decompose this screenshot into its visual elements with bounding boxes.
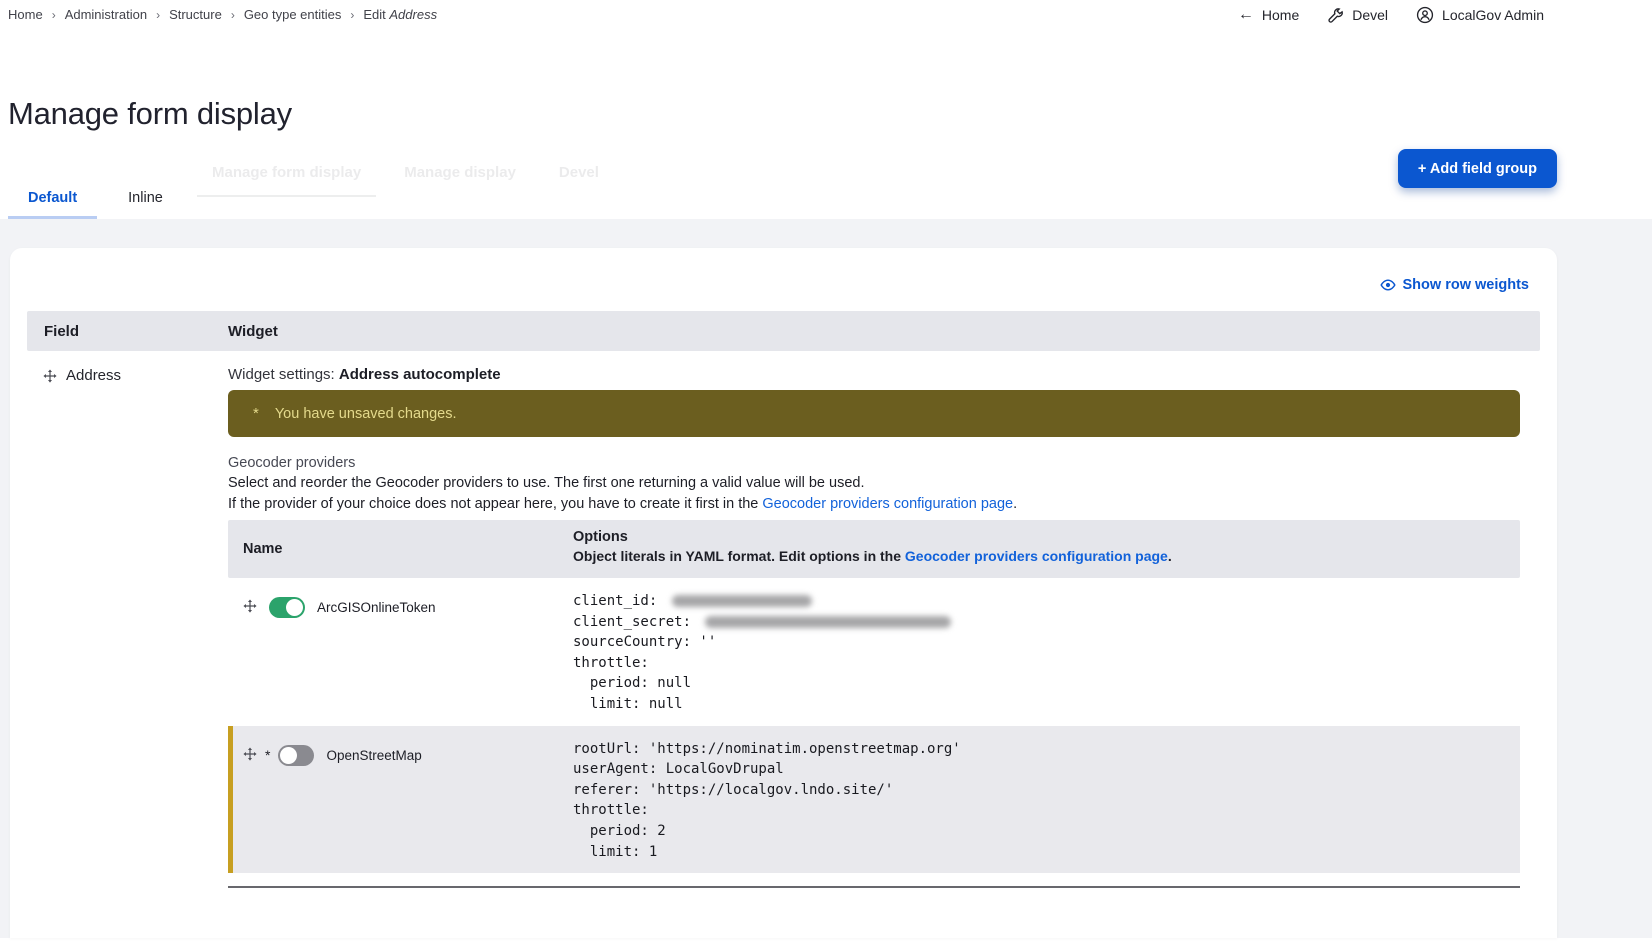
eye-icon [1380,277,1396,293]
devel-menu[interactable]: Devel [1327,7,1388,24]
admin-toolbar: Home › Administration › Structure › Geo type e… [0,0,1652,28]
warning-asterisk: * [253,405,259,422]
unsaved-changes-warning: * You have unsaved changes. [228,390,1520,437]
widget-column-header: Widget [228,323,1540,340]
redacted-value [705,616,951,628]
yaml-line: client_id: [573,591,1520,612]
yaml-line: throttle: [573,653,1520,674]
breadcrumb-separator-icon: › [52,8,56,22]
content-region: Show row weights Field Widget Address Wi… [0,219,1652,938]
back-to-site-label: Home [1262,7,1299,23]
provider-options-yaml[interactable]: rootUrl: 'https://nominatim.openstreetma… [573,739,1520,863]
breadcrumb-link[interactable]: Home [8,7,43,22]
show-row-weights-label: Show row weights [1403,277,1529,293]
toggle-knob [280,747,297,764]
breadcrumb-link[interactable]: Administration [65,7,147,22]
provider-options-cell: client_id: client_secret: sourceCountry:… [573,591,1520,715]
provider-enabled-toggle[interactable] [269,597,305,618]
yaml-line: period: null [573,673,1520,694]
address-field-label: Address [66,367,121,384]
address-widget-cell: Widget settings: Address autocomplete * … [228,365,1540,888]
show-row-weights-link[interactable]: Show row weights [27,248,1529,293]
widget-type-label: Address autocomplete [339,366,501,383]
provider-options-yaml[interactable]: client_id: client_secret: sourceCountry:… [573,591,1520,715]
tab-default[interactable]: Default [8,180,97,219]
field-table-header: Field Widget [27,311,1540,351]
provider-name-cell: * OpenStreetMap [228,739,573,863]
drag-handle-icon[interactable] [43,369,57,383]
field-row-address: Address Widget settings: Address autocom… [27,365,1540,888]
breadcrumb-separator-icon: › [156,8,160,22]
field-column-header: Field [27,323,228,340]
address-field-cell: Address [27,365,228,888]
changed-marker: * [265,745,270,763]
form-display-card: Show row weights Field Widget Address Wi… [10,248,1557,938]
drag-handle-icon[interactable] [243,747,257,761]
user-menu[interactable]: LocalGov Admin [1416,6,1544,24]
page-title: Manage form display [8,96,292,132]
breadcrumb: Home › Administration › Structure › Geo type e… [8,6,437,22]
geocoder-config-link-2[interactable]: Geocoder providers configuration page [905,548,1168,564]
ghost-tab-devel[interactable]: Devel [544,164,614,197]
geocoder-description-line2: If the provider of your choice does not … [228,494,1520,515]
user-avatar-icon [1416,6,1434,24]
provider-name: ArcGISOnlineToken [317,597,436,615]
breadcrumb-separator-icon: › [231,8,235,22]
ghost-tab-manage-form-display[interactable]: Manage form display [197,164,376,197]
page-header: Manage form displayManage displayDevel M… [0,28,1652,180]
provider-enabled-toggle[interactable] [278,745,314,766]
provider-name-cell: ArcGISOnlineToken [228,591,573,715]
yaml-line: period: 2 [573,821,1520,842]
tab-inline[interactable]: Inline [108,180,183,219]
options-column-header: Options Object literals in YAML format. … [573,520,1520,578]
yaml-line: limit: null [573,694,1520,715]
toggle-knob [286,599,303,616]
widget-settings-summary: Widget settings: Address autocomplete [228,365,1520,385]
provider-row: ArcGISOnlineToken client_id: client_secre… [228,578,1520,726]
geocoder-config-link[interactable]: Geocoder providers configuration page [762,496,1013,512]
provider-name: OpenStreetMap [326,745,421,763]
yaml-line: limit: 1 [573,842,1520,863]
back-arrow-icon: ← [1238,7,1254,23]
yaml-line: referer: 'https://localgov.lndo.site/' [573,780,1520,801]
breadcrumb-separator-icon: › [350,8,354,22]
geocoder-providers-label: Geocoder providers [228,454,1520,473]
providers-table: Name Options Object literals in YAML for… [228,520,1520,888]
user-label: LocalGov Admin [1442,7,1544,23]
drag-handle-icon[interactable] [243,599,257,613]
next-row-edge [228,886,1520,888]
providers-table-header: Name Options Object literals in YAML for… [228,520,1520,578]
yaml-line: client_secret: [573,612,1520,633]
back-to-site-link[interactable]: ← Home [1238,7,1299,23]
row-gap [228,873,1520,886]
devel-label: Devel [1352,7,1388,23]
breadcrumb-link[interactable]: Geo type entities [244,7,342,22]
breadcrumb-current: Edit Address [363,7,437,22]
provider-rows: ArcGISOnlineToken client_id: client_secre… [228,578,1520,873]
yaml-line: throttle: [573,800,1520,821]
add-field-group-button[interactable]: + Add field group [1398,149,1557,188]
toolbar-right: ← Home Devel LocalGov Admin [1238,6,1644,24]
provider-row: * OpenStreetMap rootUrl: 'https://nominati… [228,726,1520,874]
ghost-tabs: Manage form display Manage display Devel [197,164,614,197]
name-column-header: Name [228,520,573,578]
warning-text: You have unsaved changes. [275,406,457,422]
provider-options-cell: rootUrl: 'https://nominatim.openstreetma… [573,739,1520,863]
geocoder-description-line1: Select and reorder the Geocoder provider… [228,473,1520,494]
redacted-value [672,595,812,607]
yaml-line: userAgent: LocalGovDrupal [573,759,1520,780]
yaml-line: sourceCountry: '' [573,632,1520,653]
yaml-line: rootUrl: 'https://nominatim.openstreetma… [573,739,1520,760]
wrench-icon [1327,7,1344,24]
ghost-tab-manage-display[interactable]: Manage display [389,164,531,197]
breadcrumb-link[interactable]: Structure [169,7,222,22]
